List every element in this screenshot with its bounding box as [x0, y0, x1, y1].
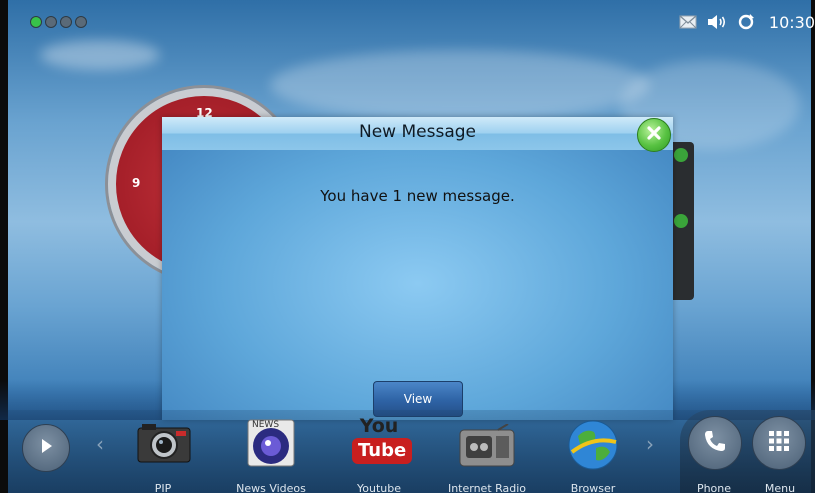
- new-message-dialog: New Message You have 1 new message. View: [162, 117, 673, 420]
- cloud: [40, 40, 160, 70]
- close-button[interactable]: [637, 118, 671, 152]
- dock-label: PIP: [154, 482, 172, 493]
- dock-item-pip[interactable]: PIP: [118, 410, 208, 493]
- message-icon[interactable]: [679, 15, 697, 29]
- close-icon: [646, 125, 662, 145]
- dock-right-panel: Phone Menu: [680, 410, 815, 493]
- dialog-title: New Message: [359, 122, 476, 142]
- dock-label: Browser: [570, 482, 616, 493]
- dock-label: Youtube: [357, 482, 401, 493]
- camera-icon: [136, 418, 192, 472]
- status-bar: 10:30: [8, 0, 815, 42]
- dock-label: Menu: [764, 482, 796, 493]
- dock-label: Internet Radio: [447, 482, 527, 493]
- clock-time: 10:30: [768, 12, 815, 32]
- volume-icon[interactable]: [707, 14, 727, 30]
- cloud: [270, 50, 650, 120]
- dock-play-button[interactable]: [22, 424, 70, 472]
- phone-button[interactable]: [688, 416, 742, 470]
- news-badge: NEWS: [252, 420, 280, 430]
- widget-indicator: [674, 214, 688, 228]
- clock-number: 9: [132, 176, 141, 190]
- background-widget: [672, 142, 694, 300]
- home-screen: 10:30 12 9 New Message You have 1 new me…: [0, 0, 815, 493]
- indicator-dot: [45, 16, 57, 28]
- scroll-right-icon[interactable]: ›: [646, 432, 654, 456]
- sync-icon[interactable]: [737, 13, 755, 31]
- youtube-logo-top: You: [359, 415, 399, 437]
- play-icon: [37, 437, 55, 459]
- phone-icon: [701, 427, 729, 459]
- dialog-titlebar: New Message: [162, 117, 673, 152]
- indicator-dot: [60, 16, 72, 28]
- app-dock: ‹ PIP NEWS News Videos You Tube Youtube: [8, 410, 815, 493]
- indicator-dot: [30, 16, 42, 28]
- globe-icon: [566, 418, 620, 476]
- dock-item-internet-radio[interactable]: Internet Radio: [442, 410, 532, 493]
- dock-item-youtube[interactable]: You Tube Youtube: [334, 410, 424, 493]
- youtube-icon: You Tube: [352, 415, 413, 472]
- widget-indicator: [674, 148, 688, 162]
- menu-button[interactable]: [752, 416, 806, 470]
- scroll-left-icon[interactable]: ‹: [96, 432, 104, 456]
- dock-item-browser[interactable]: Browser: [548, 410, 638, 493]
- dock-label: Phone: [696, 482, 732, 493]
- youtube-logo-bottom: Tube: [352, 438, 413, 464]
- grid-menu-icon: [767, 429, 791, 457]
- dialog-message: You have 1 new message.: [320, 187, 515, 205]
- dock-label: News Videos: [236, 482, 306, 493]
- radio-icon: [458, 423, 516, 472]
- dock-item-news-videos[interactable]: NEWS News Videos: [226, 410, 316, 493]
- indicator-dot: [75, 16, 87, 28]
